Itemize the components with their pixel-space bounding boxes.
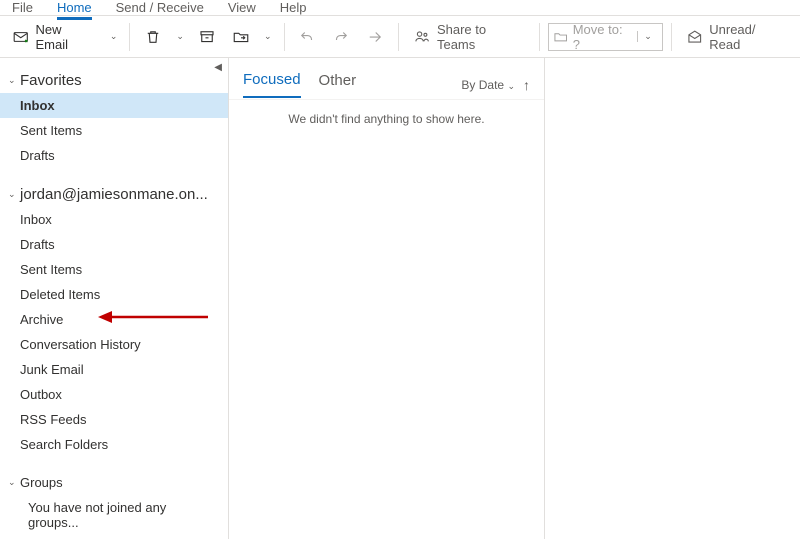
redo-button[interactable] <box>326 24 356 50</box>
new-email-dropdown[interactable]: ⌄ <box>106 31 122 42</box>
archive-button[interactable] <box>192 24 222 50</box>
redo-icon <box>332 28 350 46</box>
delete-button[interactable] <box>138 24 168 50</box>
chevron-down-icon: ⌄ <box>507 81 515 91</box>
new-email-label: New Email <box>36 22 96 52</box>
teams-icon <box>413 28 431 46</box>
folder-icon <box>553 29 568 45</box>
message-list-header: Focused Other By Date ⌄ ↑ <box>229 58 544 100</box>
separator <box>539 23 540 51</box>
folder-drafts[interactable]: Drafts <box>0 143 228 168</box>
folder-inbox[interactable]: Inbox <box>0 93 228 118</box>
folder-rss-feeds[interactable]: RSS Feeds <box>0 407 228 432</box>
forward-button[interactable] <box>360 24 390 50</box>
arrow-right-icon <box>366 28 384 46</box>
separator <box>284 23 285 51</box>
account-section: ⌄ jordan@jamiesonmane.on... Inbox Drafts… <box>0 172 228 461</box>
tab-view[interactable]: View <box>228 0 256 17</box>
folder-deleted-items[interactable]: Deleted Items <box>0 282 228 307</box>
groups-empty-msg: You have not joined any groups... <box>0 494 228 536</box>
moveto-combo[interactable]: Move to: ? ⌄ <box>548 23 662 51</box>
favorites-title: Favorites <box>20 72 82 89</box>
sort-direction-icon[interactable]: ↑ <box>523 77 530 93</box>
reading-pane <box>545 58 800 539</box>
empty-message: We didn't find anything to show here. <box>229 100 544 138</box>
move-button[interactable] <box>226 24 256 50</box>
folder-pane: ◀ ⌄ Favorites Inbox Sent Items Drafts ⌄ … <box>0 58 229 539</box>
account-title: jordan@jamiesonmane.on... <box>20 186 208 203</box>
groups-header[interactable]: ⌄ Groups <box>0 471 228 494</box>
folder-outbox[interactable]: Outbox <box>0 382 228 407</box>
folder-sent-items[interactable]: Sent Items <box>0 257 228 282</box>
undo-icon <box>298 28 316 46</box>
chevron-down-icon: ⌄ <box>8 477 18 488</box>
favorites-section: ⌄ Favorites Inbox Sent Items Drafts <box>0 58 228 172</box>
ribbon-tabs: File Home Send / Receive View Help <box>0 0 800 16</box>
collapse-pane-icon[interactable]: ◀ <box>214 62 222 73</box>
groups-section: ⌄ Groups You have not joined any groups.… <box>0 461 228 539</box>
sort-button[interactable]: By Date ⌄ <box>461 78 515 92</box>
mail-icon <box>12 28 30 46</box>
separator <box>398 23 399 51</box>
separator <box>129 23 130 51</box>
folder-conversation-history[interactable]: Conversation History <box>0 332 228 357</box>
move-dropdown[interactable]: ⌄ <box>260 31 276 42</box>
moveto-dropdown[interactable]: ⌄ <box>637 31 658 42</box>
chevron-down-icon: ⌄ <box>8 75 18 86</box>
share-teams-label: Share to Teams <box>437 22 525 52</box>
folder-search-folders[interactable]: Search Folders <box>0 432 228 457</box>
ribbon-toolbar: New Email ⌄ ⌄ ⌄ Share to Teams Move to: … <box>0 16 800 58</box>
tab-send-receive[interactable]: Send / Receive <box>116 0 204 17</box>
moveto-label: Move to: ? <box>573 22 632 52</box>
delete-dropdown[interactable]: ⌄ <box>172 31 188 42</box>
unread-read-label: Unread/ Read <box>709 22 788 52</box>
message-list-pane: Focused Other By Date ⌄ ↑ We didn't find… <box>229 58 545 539</box>
folder-inbox[interactable]: Inbox <box>0 207 228 232</box>
chevron-down-icon: ⌄ <box>8 189 18 200</box>
tab-file[interactable]: File <box>12 0 33 17</box>
folder-junk-email[interactable]: Junk Email <box>0 357 228 382</box>
archive-icon <box>198 28 216 46</box>
folder-archive[interactable]: Archive <box>0 307 228 332</box>
favorites-header[interactable]: ⌄ Favorites <box>0 68 228 93</box>
account-header[interactable]: ⌄ jordan@jamiesonmane.on... <box>0 182 228 207</box>
main-area: ◀ ⌄ Favorites Inbox Sent Items Drafts ⌄ … <box>0 58 800 539</box>
groups-title: Groups <box>20 475 63 490</box>
undo-button[interactable] <box>292 24 322 50</box>
trash-icon <box>144 28 162 46</box>
folder-move-icon <box>232 28 250 46</box>
folder-sent-items[interactable]: Sent Items <box>0 118 228 143</box>
separator <box>671 23 672 51</box>
pivot-other[interactable]: Other <box>319 72 357 97</box>
tab-help[interactable]: Help <box>280 0 307 17</box>
share-teams-button[interactable]: Share to Teams <box>407 18 531 56</box>
new-email-button[interactable]: New Email <box>6 18 102 56</box>
folder-drafts[interactable]: Drafts <box>0 232 228 257</box>
pivot-focused[interactable]: Focused <box>243 71 301 98</box>
envelope-open-icon <box>686 28 704 46</box>
unread-read-button[interactable]: Unread/ Read <box>680 18 794 56</box>
